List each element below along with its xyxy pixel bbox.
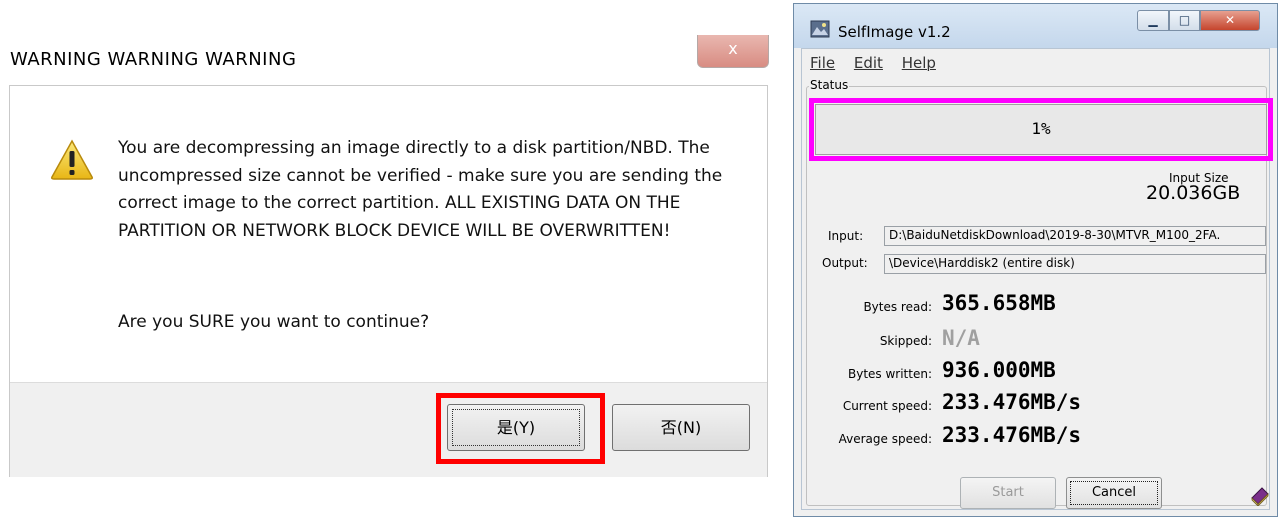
menu-bar: File Edit Help — [810, 54, 950, 72]
selfimage-titlebar: SelfImage v1.2 ▁ □ ✕ — [794, 4, 1277, 48]
skipped-value: N/A — [942, 326, 980, 350]
bytes-written-value: 936.000MB — [942, 358, 1056, 382]
warning-message: You are decompressing an image directly … — [118, 138, 723, 241]
status-label: Status — [809, 78, 850, 92]
output-label: Output: — [822, 256, 868, 270]
start-button[interactable]: Start — [960, 477, 1056, 509]
minimize-button[interactable]: ▁ — [1137, 10, 1169, 31]
warning-title: WARNING WARNING WARNING — [10, 49, 297, 70]
no-button[interactable]: 否(N) — [612, 404, 750, 451]
output-path-field[interactable]: \Device\Harddisk2 (entire disk) — [884, 254, 1266, 274]
warning-triangle-icon — [51, 139, 93, 180]
progress-highlight — [809, 98, 1273, 161]
menu-file[interactable]: File — [810, 54, 835, 72]
input-path-field[interactable]: D:\BaiduNetdiskDownload\2019-8-30\MTVR_M… — [884, 226, 1266, 246]
minimize-icon: ▁ — [1148, 13, 1158, 27]
warning-question: Are you SURE you want to continue? — [118, 312, 430, 332]
selfimage-title: SelfImage v1.2 — [838, 23, 951, 41]
start-button-label: Start — [992, 485, 1024, 500]
current-speed-label: Current speed: — [842, 399, 932, 413]
bytes-written-label: Bytes written: — [847, 367, 932, 381]
yes-button-highlight — [436, 393, 605, 464]
close-button[interactable]: x — [697, 35, 769, 68]
menu-edit[interactable]: Edit — [854, 54, 883, 72]
no-button-label: 否(N) — [660, 418, 702, 437]
app-icon — [810, 20, 830, 38]
maximize-icon: □ — [1178, 13, 1191, 27]
maximize-button[interactable]: □ — [1169, 10, 1200, 31]
warning-titlebar: WARNING WARNING WARNING x — [0, 35, 772, 85]
close-icon: ✕ — [1224, 13, 1236, 27]
menu-help[interactable]: Help — [902, 54, 936, 72]
bytes-read-value: 365.658MB — [942, 291, 1056, 315]
cancel-button[interactable]: Cancel — [1066, 477, 1162, 509]
current-speed-value: 233.476MB/s — [942, 390, 1082, 414]
average-speed-label: Average speed: — [838, 432, 932, 446]
bytes-read-label: Bytes read: — [863, 300, 932, 314]
focus-ring — [1070, 481, 1158, 505]
warning-dialog: WARNING WARNING WARNING x You are decomp… — [0, 35, 772, 477]
book-icon[interactable] — [1249, 484, 1271, 506]
selfimage-window: SelfImage v1.2 ▁ □ ✕ File Edit Help Stat… — [793, 3, 1278, 517]
close-button[interactable]: ✕ — [1200, 10, 1260, 31]
input-size-value: 20.036GB — [1146, 182, 1241, 204]
close-icon: x — [728, 39, 738, 58]
skipped-label: Skipped: — [879, 334, 932, 348]
average-speed-value: 233.476MB/s — [942, 423, 1082, 447]
input-label: Input: — [828, 229, 864, 243]
